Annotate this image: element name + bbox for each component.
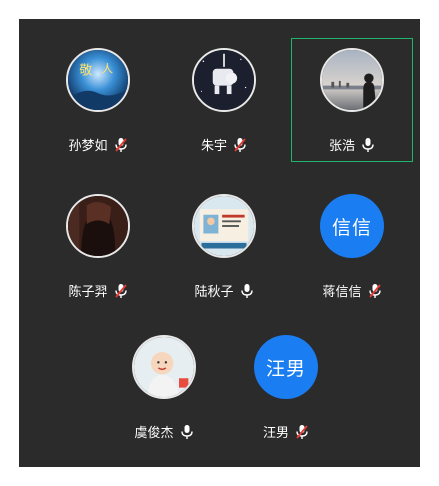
mic-muted-icon — [368, 283, 382, 299]
svg-text:敬: 敬 — [79, 62, 92, 78]
participant-name: 孙梦如 — [68, 139, 108, 154]
participant-tile[interactable]: 敬 人 孙梦如 — [38, 39, 158, 161]
avatar-initials: 汪男 — [254, 335, 318, 399]
mic-muted-icon — [114, 283, 128, 299]
participant-name: 蒋信信 — [322, 285, 362, 300]
participant-tile[interactable]: 陆秋子 — [164, 185, 284, 307]
avatar — [320, 48, 384, 112]
avatar: 敬 人 — [66, 48, 130, 112]
participant-tile-active-speaker[interactable]: 张浩 — [291, 38, 413, 162]
participant-tile[interactable]: 陈子羿 — [38, 185, 158, 307]
mic-icon — [240, 283, 254, 299]
mic-muted-icon — [295, 424, 309, 440]
avatar — [192, 48, 256, 112]
mic-icon — [180, 424, 194, 440]
participant-tile[interactable]: 汪男 汪男 — [226, 326, 346, 448]
mic-icon — [361, 137, 375, 153]
svg-text:人: 人 — [102, 63, 113, 76]
mic-muted-icon — [114, 137, 128, 153]
participant-name: 陈子羿 — [68, 285, 108, 300]
participant-name: 张浩 — [328, 139, 355, 154]
avatar — [132, 335, 196, 399]
participant-tile[interactable]: 虞俊杰 — [104, 326, 224, 448]
mic-muted-icon — [233, 137, 247, 153]
participant-tile[interactable]: 信信 蒋信信 — [292, 185, 412, 307]
avatar-initials: 信信 — [320, 194, 384, 258]
participant-tile[interactable]: 朱宇 — [164, 39, 284, 161]
participant-name: 陆秋子 — [194, 285, 234, 300]
participant-name: 朱宇 — [200, 139, 227, 154]
participant-name: 虞俊杰 — [134, 426, 174, 441]
video-call-grid: 敬 人 孙梦如 朱宇 张浩 陈子羿 陆秋子 信信 蒋信信 虞俊杰 汪男 汪男 — [19, 19, 420, 467]
avatar — [66, 194, 130, 258]
participant-name: 汪男 — [262, 426, 289, 441]
avatar — [192, 194, 256, 258]
